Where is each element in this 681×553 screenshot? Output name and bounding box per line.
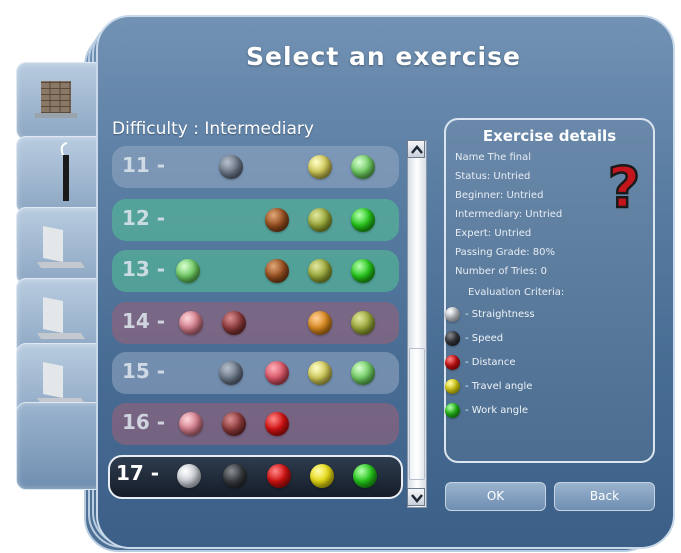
scroll-up-button[interactable] [407, 140, 425, 158]
plate-icon [37, 297, 85, 339]
detail-expert: Expert: Untried [455, 228, 532, 239]
legend-label: - Work angle [465, 405, 529, 416]
exercise-details-title: Exercise details [482, 127, 617, 145]
page-title: Select an exercise [246, 42, 521, 71]
yellow-ball-icon [445, 379, 460, 394]
detail-status: Status: Untried [455, 171, 531, 182]
straightness-ball-icon [176, 259, 200, 283]
distance-ball-icon [265, 361, 289, 385]
chevron-down-icon [411, 494, 423, 503]
torch-icon [60, 142, 69, 201]
difficulty-label: Difficulty : Intermediary [112, 119, 314, 139]
legend-label: - Straightness [465, 309, 535, 320]
speed-ball-icon [219, 361, 243, 385]
work-angle-ball-icon [351, 259, 375, 283]
detail-passing-grade: Passing Grade: 80% [455, 247, 556, 258]
plate-icon [37, 226, 85, 268]
detail-name: Name The final [455, 152, 532, 163]
plate-icon [37, 362, 85, 404]
legend-label: - Speed [465, 333, 504, 344]
exercise-row-13[interactable]: 13 - [112, 250, 399, 292]
straightness-ball-icon [177, 464, 201, 488]
work-angle-ball-icon [351, 311, 375, 335]
exercise-number: 11 - [122, 153, 166, 177]
travel-angle-ball-icon [308, 155, 332, 179]
distance-ball-icon [267, 464, 291, 488]
exercise-number: 17 - [116, 461, 160, 485]
speed-ball-icon [222, 311, 246, 335]
scrollbar-thumb[interactable] [409, 348, 425, 480]
chevron-up-icon [411, 145, 423, 154]
legend-label: - Distance [465, 357, 516, 368]
evaluation-criteria-title: Evaluation Criteria: [468, 287, 565, 298]
travel-angle-ball-icon [308, 208, 332, 232]
legend-label: - Travel angle [465, 381, 533, 392]
travel-angle-ball-icon [310, 464, 334, 488]
green-ball-icon [445, 403, 460, 418]
exercise-row-17[interactable]: 17 - [108, 455, 403, 499]
straightness-ball-icon [179, 311, 203, 335]
ok-button[interactable]: OK [445, 482, 546, 511]
svg-text:?: ? [608, 156, 640, 217]
travel-angle-ball-icon [308, 259, 332, 283]
work-angle-ball-icon [353, 464, 377, 488]
brick-wall-icon [35, 81, 77, 118]
exercise-number: 15 - [122, 359, 166, 383]
detail-number-of-tries: Number of Tries: 0 [455, 266, 547, 277]
distance-ball-icon [265, 412, 289, 436]
exercise-number: 16 - [122, 410, 166, 434]
work-angle-ball-icon [351, 155, 375, 179]
travel-angle-ball-icon [308, 361, 332, 385]
detail-beginner: Beginner: Untried [455, 190, 544, 201]
speed-ball-icon [222, 412, 246, 436]
work-angle-ball-icon [351, 361, 375, 385]
white-ball-icon [445, 307, 460, 322]
speed-ball-icon [219, 155, 243, 179]
exercise-row-15[interactable]: 15 - [112, 352, 399, 394]
straightness-ball-icon [179, 412, 203, 436]
exercise-number: 14 - [122, 309, 166, 333]
black-ball-icon [445, 331, 460, 346]
exercise-number: 12 - [122, 206, 166, 230]
exercise-row-14[interactable]: 14 - [112, 302, 399, 344]
exercise-number: 13 - [122, 257, 166, 281]
distance-ball-icon [265, 259, 289, 283]
detail-intermediary: Intermediary: Untried [455, 209, 563, 220]
exercise-row-16[interactable]: 16 - [112, 403, 399, 445]
scroll-down-button[interactable] [407, 488, 425, 506]
exercise-row-11[interactable]: 11 - [112, 146, 399, 188]
work-angle-ball-icon [351, 208, 375, 232]
travel-angle-ball-icon [308, 311, 332, 335]
speed-ball-icon [223, 464, 247, 488]
red-ball-icon [445, 355, 460, 370]
exercise-row-12[interactable]: 12 - [112, 199, 399, 241]
question-mark-icon: ? [607, 155, 641, 217]
distance-ball-icon [265, 208, 289, 232]
back-button[interactable]: Back [554, 482, 655, 511]
